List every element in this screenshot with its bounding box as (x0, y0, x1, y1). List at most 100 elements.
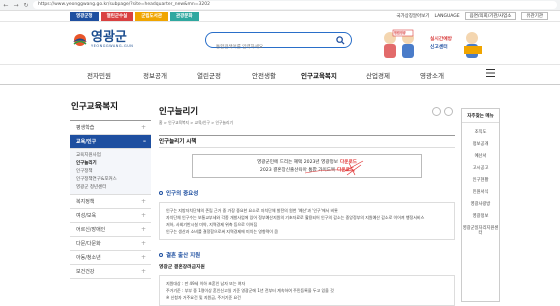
page-title: 인구늘리기 (159, 107, 199, 117)
plus-icon: + (140, 198, 146, 205)
print-icon[interactable] (444, 107, 453, 116)
bullet-icon (159, 191, 163, 195)
top-bar: 영광군청 열린군수실 군립도서관 관광문화 국가상징알아보기 LANGUAGE … (0, 11, 560, 22)
hamburger-menu-icon[interactable] (486, 69, 495, 77)
heading-importance: 인구의 중요성 (159, 189, 455, 197)
logo-emblem-icon (73, 33, 87, 46)
sidebar-item-multicultural[interactable]: 다문/다문화 + (70, 237, 151, 251)
quick-link-forms[interactable]: 민원서식 (462, 190, 499, 195)
nav-about[interactable]: 영광소개 (420, 70, 444, 80)
site-tabs: 영광군청 열린군수실 군립도서관 관광문화 (70, 12, 199, 21)
site-logo[interactable]: 영광군 YEONGGWANG-GUN (72, 31, 133, 48)
heading-marriage-birth: 결혼 출산 지원 (159, 251, 455, 259)
forward-icon[interactable]: → (13, 2, 19, 9)
nav-open-admin[interactable]: 열린군정 (197, 70, 221, 80)
quick-link-info[interactable]: 영광정보 (462, 214, 499, 219)
download-notice-box: 영광군민에 드리는 혜택 2023년 영광정보 다운로드 2023 결혼장신출산육… (192, 154, 422, 178)
quick-link-budget[interactable]: 예산서 (462, 154, 499, 159)
reload-icon[interactable]: ↻ (23, 2, 29, 9)
banner-text-integrity: 청렴영광 (394, 31, 406, 35)
sidebar-item-label: 아동/청소년 (76, 255, 101, 261)
minus-icon: – (143, 138, 146, 145)
search-icon[interactable] (336, 36, 345, 45)
logo-subtitle: YEONGGWANG-GUN (91, 44, 134, 48)
quick-link-org-chart[interactable]: 조직도 (462, 130, 499, 135)
nav-safety[interactable]: 안전생활 (252, 70, 276, 80)
sidebar-item-welfare-policy[interactable]: 복지정책 + (70, 195, 151, 209)
sidebar-item-health[interactable]: 보건건강 + (70, 265, 151, 279)
back-icon[interactable]: ← (3, 2, 9, 9)
quick-link-jobs-center[interactable]: 영광군일자리지원센터 (462, 226, 499, 236)
breadcrumb: 홈 > 인구교육복지 > 교육/인구 > 인구늘리기 (159, 120, 233, 125)
submenu-item-population-policy[interactable]: 인구정책 (76, 168, 151, 176)
language-link[interactable]: LANGUAGE (434, 14, 459, 19)
paragraph: ※ 신청자 거주요건 및 지원금, 주거기준 요건 (166, 295, 241, 300)
tab-library[interactable]: 군립도서관 (135, 12, 168, 21)
quick-link-community[interactable]: 영광사랑방 (462, 202, 499, 207)
sidebar-item-youth[interactable]: 아동/청소년 + (70, 251, 151, 265)
main-content: 인구늘리기 홈 > 인구교육복지 > 교육/인구 > 인구늘리기 인구늘리기 시… (159, 85, 455, 306)
importance-box: 인구는 지방자치단체의 존립 근거 중 가장 중요한 요소로 자치단체 발전의 … (159, 202, 455, 240)
sidebar-item-label: 여성/보육 (76, 213, 97, 219)
heading-text: 인구의 중요성 (166, 191, 199, 197)
sidebar-item-lifelong-learning[interactable]: 평생학습 + (70, 121, 151, 135)
sidebar-submenu: 교육지원사업 인구늘리기 인구정책 인구정책연구&포커스 영광군 청년센터 (70, 149, 151, 195)
submenu-item-youth-center[interactable]: 영광군 청년센터 (76, 184, 151, 192)
nav-industry[interactable]: 산업경제 (366, 70, 390, 80)
banner-text-realtime: 실시간예방 (430, 37, 453, 42)
quick-link-population[interactable]: 인구현황 (462, 178, 499, 183)
agency-select[interactable]: 읍면/의회/기관/사업소 (464, 12, 517, 20)
sidebar-item-label: 평생학습 (76, 125, 95, 131)
tab-county-office[interactable]: 영광군청 (70, 12, 99, 21)
red-scribble-mark (304, 160, 364, 176)
paragraph: 인구는 지방자치단체의 존립 근거 중 가장 중요한 요소로 자치단체 발전의 … (166, 208, 338, 213)
header: 영광군 YEONGGWANG-GUN 청렴영광 실시간예방 신고센터 (0, 22, 560, 64)
integrity-banner[interactable]: 청렴영광 실시간예방 신고센터 (378, 26, 488, 60)
sidebar-item-label: 다문/다문화 (76, 241, 101, 247)
sidebar-item-label: 어르신/장애인 (76, 227, 106, 233)
tab-mayor-office[interactable]: 열린군수실 (100, 12, 134, 21)
quick-menu: 자주찾는 메뉴 조직도 정보공개 예산서 고시공고 인구현황 민원서식 영광사랑… (461, 108, 500, 302)
gov-symbol-link[interactable]: 국가상징알아보기 (396, 13, 429, 19)
search-box (205, 32, 352, 54)
logo-name: 영광군 (91, 30, 127, 45)
sidebar-item-elderly-disabled[interactable]: 어르신/장애인 + (70, 223, 151, 237)
sidebar-item-label: 보건건강 (76, 269, 95, 275)
sidebar-item-label: 복지정책 (76, 199, 95, 205)
nav-population-welfare[interactable]: 인구교육복지 (301, 70, 337, 80)
sidebar-item-education-population[interactable]: 교육/인구 – (70, 135, 151, 149)
paragraph: 저하, 사회기반시설 미약, 지역경제 위축 등으로 이어짐 (166, 222, 258, 227)
paragraph: 지원대상 : 만 49세 이하 초혼인 남자 또는 여자 (166, 281, 246, 286)
section-title: 인구늘리기 시책 (159, 135, 455, 148)
banner-text-center: 신고센터 (430, 45, 448, 50)
submenu-item-population-increase[interactable]: 인구늘리기 (76, 160, 151, 168)
share-icon[interactable] (432, 107, 441, 116)
search-input[interactable] (216, 41, 336, 54)
paragraph: 인구는 생산과 소비를 결정함으로써 지역경제에 미치는 영향력이 큼 (166, 229, 278, 234)
submenu-item-policy-research[interactable]: 인구정책연구&포커스 (76, 176, 151, 184)
sidebar-title: 인구교육복지 (70, 85, 151, 121)
sidebar: 인구교육복지 평생학습 + 교육/인구 – 교육지원사업 인구늘리기 인구정책 인구… (70, 85, 151, 302)
plus-icon: + (140, 254, 146, 261)
paragraph: 자치단체 인구수는 보통교부세와 각종 개발사업에 있어 정부예산지원의 기초자… (166, 215, 425, 220)
sidebar-item-women-childcare[interactable]: 여성/보육 + (70, 209, 151, 223)
nav-info-disclosure[interactable]: 정보공개 (143, 70, 167, 80)
plus-icon: + (140, 240, 146, 247)
heading-text: 결혼 출산 지원 (166, 253, 201, 259)
browser-bar: ← → ↻ https://www.yeonggwang.go.kr/subpa… (0, 0, 560, 11)
marriage-grant-box: 지원대상 : 만 49세 이하 초혼인 남자 또는 여자 주거기준 : 부부 중… (159, 275, 455, 306)
utility-links: 국가상징알아보기 LANGUAGE 읍면/의회/기관/사업소 유관기관 (396, 12, 548, 20)
quick-link-notices[interactable]: 고시공고 (462, 166, 499, 171)
address-bar[interactable]: https://www.yeonggwang.go.kr/subpage/?si… (33, 1, 557, 9)
nav-e-civil[interactable]: 전자민원 (87, 70, 111, 80)
page-tools (432, 107, 453, 116)
plus-icon: + (140, 268, 146, 275)
submenu-item-education-support[interactable]: 교육지원사업 (76, 152, 151, 160)
quick-link-info-disclosure[interactable]: 정보공개 (462, 142, 499, 147)
sidebar-item-label: 교육/인구 (76, 139, 97, 145)
subheading-marriage-grant: 영광군 결혼장려금지원 (159, 265, 205, 270)
related-select[interactable]: 유관기관 (521, 12, 548, 20)
plus-icon: + (140, 226, 146, 233)
main-nav: 전자민원 정보공개 열린군정 안전생활 인구교육복지 산업경제 영광소개 (0, 64, 560, 85)
tab-tourism[interactable]: 관광문화 (169, 12, 199, 21)
